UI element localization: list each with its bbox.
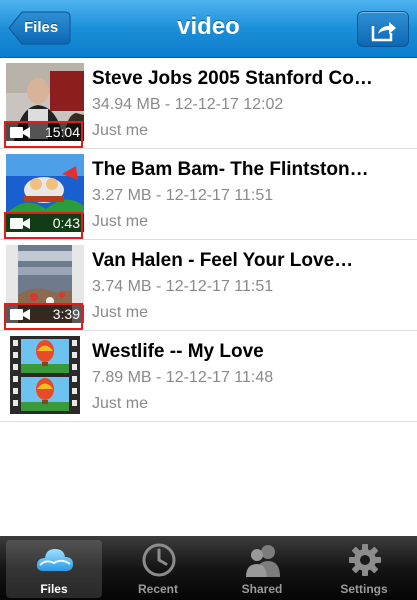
tab-shared[interactable]: Shared	[214, 540, 310, 598]
tab-label: Settings	[340, 582, 388, 596]
cloud-icon	[36, 549, 73, 571]
file-meta: 3.27 MB - 12-12-17 11:51	[92, 187, 274, 204]
list-item[interactable]: Westlife -- My Love 7.89 MB - 12-12-17 1…	[0, 331, 417, 422]
share-icon	[371, 22, 396, 42]
tab-files[interactable]: Files	[6, 540, 102, 598]
file-meta: 34.94 MB - 12-12-17 12:02	[92, 96, 284, 113]
tab-label: Recent	[137, 582, 178, 596]
list-item[interactable]: 15:04 Steve Jobs 2005 Stanford Co… 34.94…	[0, 58, 417, 149]
page-title: video	[177, 13, 240, 40]
file-meta: 7.89 MB - 12-12-17 11:48	[92, 369, 274, 386]
list-item[interactable]: 3:39 Van Halen - Feel Your Love… 3.74 MB…	[0, 240, 417, 331]
file-sharing: Just me	[92, 213, 149, 230]
duration-highlight	[4, 212, 83, 239]
file-title: Westlife -- My Love	[92, 341, 264, 362]
duration-highlight	[4, 121, 83, 148]
nav-bar: Files video	[0, 0, 417, 58]
tab-bar: Files Recent Shared Settings	[0, 536, 417, 600]
file-title: The Bam Bam- The Flintston…	[92, 159, 369, 180]
tab-recent[interactable]: Recent	[110, 540, 206, 598]
file-meta: 3.74 MB - 12-12-17 11:51	[92, 278, 274, 295]
film-strip-icon	[6, 336, 84, 414]
tab-label: Shared	[241, 582, 283, 596]
file-sharing: Just me	[92, 395, 149, 412]
tab-settings[interactable]: Settings	[316, 540, 412, 598]
people-icon	[246, 545, 280, 577]
file-sharing: Just me	[92, 304, 149, 321]
tab-label: Files	[40, 582, 68, 596]
clock-icon	[142, 543, 176, 577]
list-item[interactable]: 0:43 The Bam Bam- The Flintston… 3.27 MB…	[0, 149, 417, 240]
file-title: Steve Jobs 2005 Stanford Co…	[92, 68, 373, 89]
duration-highlight	[4, 303, 83, 330]
share-button[interactable]	[357, 11, 409, 47]
gear-icon	[349, 544, 381, 576]
file-list: 15:04 Steve Jobs 2005 Stanford Co… 34.94…	[0, 58, 417, 422]
file-title: Van Halen - Feel Your Love…	[92, 250, 354, 271]
file-sharing: Just me	[92, 122, 149, 139]
